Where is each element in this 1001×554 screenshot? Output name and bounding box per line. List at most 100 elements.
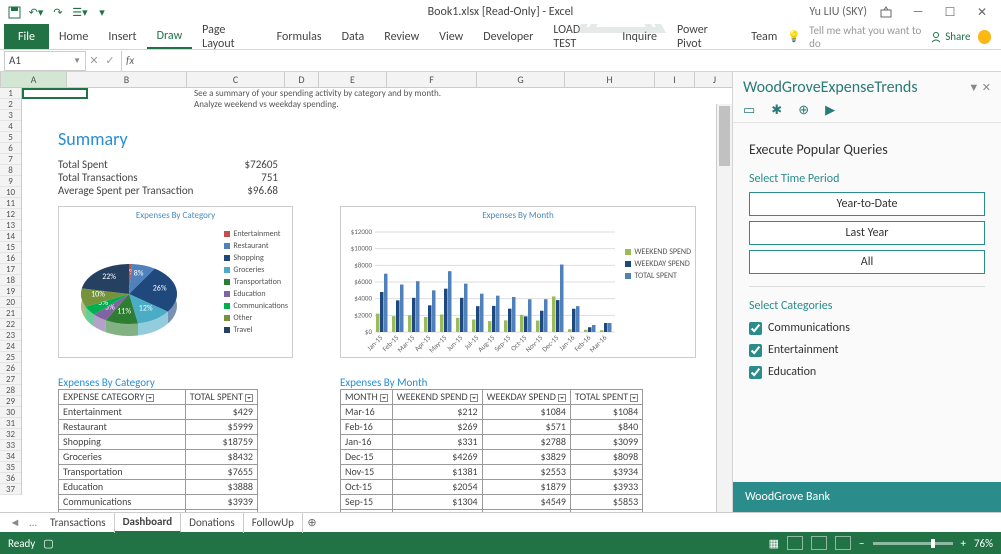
add-icon[interactable]: ⊕: [798, 103, 809, 118]
enter-formula-icon[interactable]: ✓: [102, 54, 118, 67]
row-header[interactable]: 2: [0, 99, 21, 110]
col-header-J[interactable]: J: [695, 72, 732, 87]
page-break-icon[interactable]: ▦: [769, 537, 779, 550]
col-header-F[interactable]: F: [387, 72, 477, 87]
option-all[interactable]: All: [749, 250, 985, 274]
row-header[interactable]: 36: [0, 473, 21, 484]
name-box[interactable]: A1▼: [4, 51, 86, 71]
minimize-icon[interactable]: —: [905, 2, 931, 22]
sheet-tab-donations[interactable]: Donations: [181, 513, 244, 533]
tab-nav-prev-icon[interactable]: ◄: [6, 516, 24, 529]
tab-review[interactable]: Review: [374, 24, 429, 49]
user-name[interactable]: Yu LIU (SKY): [809, 5, 867, 19]
row-header[interactable]: 21: [0, 308, 21, 319]
row-header[interactable]: 35: [0, 462, 21, 473]
row-header[interactable]: 17: [0, 264, 21, 275]
row-header[interactable]: 20: [0, 297, 21, 308]
row-header[interactable]: 24: [0, 341, 21, 352]
row-header[interactable]: 29: [0, 396, 21, 407]
tab-inquire[interactable]: Inquire: [612, 24, 667, 49]
row-header[interactable]: 8: [0, 165, 21, 176]
row-header[interactable]: 19: [0, 286, 21, 297]
card-icon[interactable]: ▭: [743, 103, 755, 118]
option-last-year[interactable]: Last Year: [749, 221, 985, 245]
chk-communications[interactable]: Communications: [749, 321, 985, 335]
touch-mode-icon[interactable]: ☰▾: [72, 4, 88, 20]
tell-me-bulb-icon[interactable]: 💡: [787, 30, 801, 43]
close-icon[interactable]: ✕: [969, 2, 995, 22]
col-header-E[interactable]: E: [319, 72, 387, 87]
vertical-scrollbar[interactable]: [716, 104, 732, 512]
share-button[interactable]: Share: [930, 30, 970, 43]
month-table[interactable]: MONTHWEEKEND SPENDWEEKDAY SPENDTOTAL SPE…: [340, 389, 643, 512]
chk-entertainment[interactable]: Entertainment: [749, 343, 985, 357]
row-header[interactable]: 18: [0, 275, 21, 286]
col-header-B[interactable]: B: [67, 72, 187, 87]
add-sheet-icon[interactable]: ⊕: [303, 516, 321, 529]
row-header[interactable]: 34: [0, 451, 21, 462]
undo-icon[interactable]: ↶▾: [28, 4, 44, 20]
row-header[interactable]: 12: [0, 209, 21, 220]
feedback-icon[interactable]: [978, 30, 991, 44]
row-header[interactable]: 27: [0, 374, 21, 385]
row-header[interactable]: 15: [0, 242, 21, 253]
tab-developer[interactable]: Developer: [473, 24, 543, 49]
save-icon[interactable]: [6, 4, 22, 20]
tab-home[interactable]: Home: [49, 24, 98, 49]
zoom-in-icon[interactable]: +: [961, 537, 966, 550]
zoom-out-icon[interactable]: −: [859, 537, 864, 550]
col-header-D[interactable]: D: [285, 72, 319, 87]
row-header[interactable]: 6: [0, 143, 21, 154]
tab-formulas[interactable]: Formulas: [267, 24, 332, 49]
tab-file[interactable]: File: [4, 24, 49, 49]
row-header[interactable]: 22: [0, 319, 21, 330]
sheet-tab-followup[interactable]: FollowUp: [244, 513, 303, 533]
col-header-H[interactable]: H: [565, 72, 655, 87]
tab-data[interactable]: Data: [332, 24, 375, 49]
row-header[interactable]: 37: [0, 484, 21, 495]
row-header[interactable]: 5: [0, 132, 21, 143]
pie-chart[interactable]: Expenses By Category 1%8%26%12%11%5%5%10…: [58, 206, 293, 358]
row-header[interactable]: 4: [0, 121, 21, 132]
tab-draw[interactable]: Draw: [147, 24, 193, 49]
row-header[interactable]: 23: [0, 330, 21, 341]
worksheet[interactable]: ABCDEFGHIJK 1234567891011121314151617181…: [0, 72, 732, 512]
col-header-C[interactable]: C: [187, 72, 285, 87]
tab-load-test[interactable]: LOAD TEST: [543, 24, 612, 49]
row-header[interactable]: 3: [0, 110, 21, 121]
row-header[interactable]: 13: [0, 220, 21, 231]
sheet-tab-dashboard[interactable]: Dashboard: [115, 513, 182, 533]
tab-page-layout[interactable]: Page Layout: [192, 24, 267, 49]
pane-menu-icon[interactable]: ▼: [968, 81, 979, 94]
row-header[interactable]: 25: [0, 352, 21, 363]
normal-view-icon[interactable]: [787, 536, 803, 550]
page-break-view-icon[interactable]: [835, 536, 851, 550]
tab-insert[interactable]: Insert: [98, 24, 146, 49]
row-header[interactable]: 32: [0, 429, 21, 440]
row-header[interactable]: 10: [0, 187, 21, 198]
tab-team[interactable]: Team: [741, 24, 787, 49]
bar-chart[interactable]: Expenses By Month $0$2000$4000$6000$8000…: [340, 206, 696, 358]
qat-customize-icon[interactable]: ▾: [94, 4, 110, 20]
row-header[interactable]: 28: [0, 385, 21, 396]
col-header-I[interactable]: I: [655, 72, 695, 87]
row-header[interactable]: 16: [0, 253, 21, 264]
cancel-formula-icon[interactable]: ✕: [86, 54, 102, 67]
scroll-thumb[interactable]: [719, 106, 730, 166]
redo-icon[interactable]: ↷: [50, 4, 66, 20]
row-header[interactable]: 33: [0, 440, 21, 451]
row-header[interactable]: 11: [0, 198, 21, 209]
category-table[interactable]: EXPENSE CATEGORYTOTAL SPENTEntertainment…: [58, 389, 258, 512]
row-header[interactable]: 26: [0, 363, 21, 374]
tab-nav-more-icon[interactable]: …: [24, 516, 42, 529]
row-header[interactable]: 30: [0, 407, 21, 418]
maximize-icon[interactable]: ☐: [937, 2, 963, 22]
globe-icon[interactable]: ✱: [771, 103, 782, 118]
sheet-tab-transactions[interactable]: Transactions: [42, 513, 115, 533]
zoom-level[interactable]: 76%: [974, 537, 993, 550]
pane-close-icon[interactable]: ✕: [982, 81, 991, 94]
row-header[interactable]: 7: [0, 154, 21, 165]
ribbon-options-icon[interactable]: [873, 2, 899, 22]
zoom-slider[interactable]: [873, 542, 953, 545]
row-header[interactable]: 14: [0, 231, 21, 242]
